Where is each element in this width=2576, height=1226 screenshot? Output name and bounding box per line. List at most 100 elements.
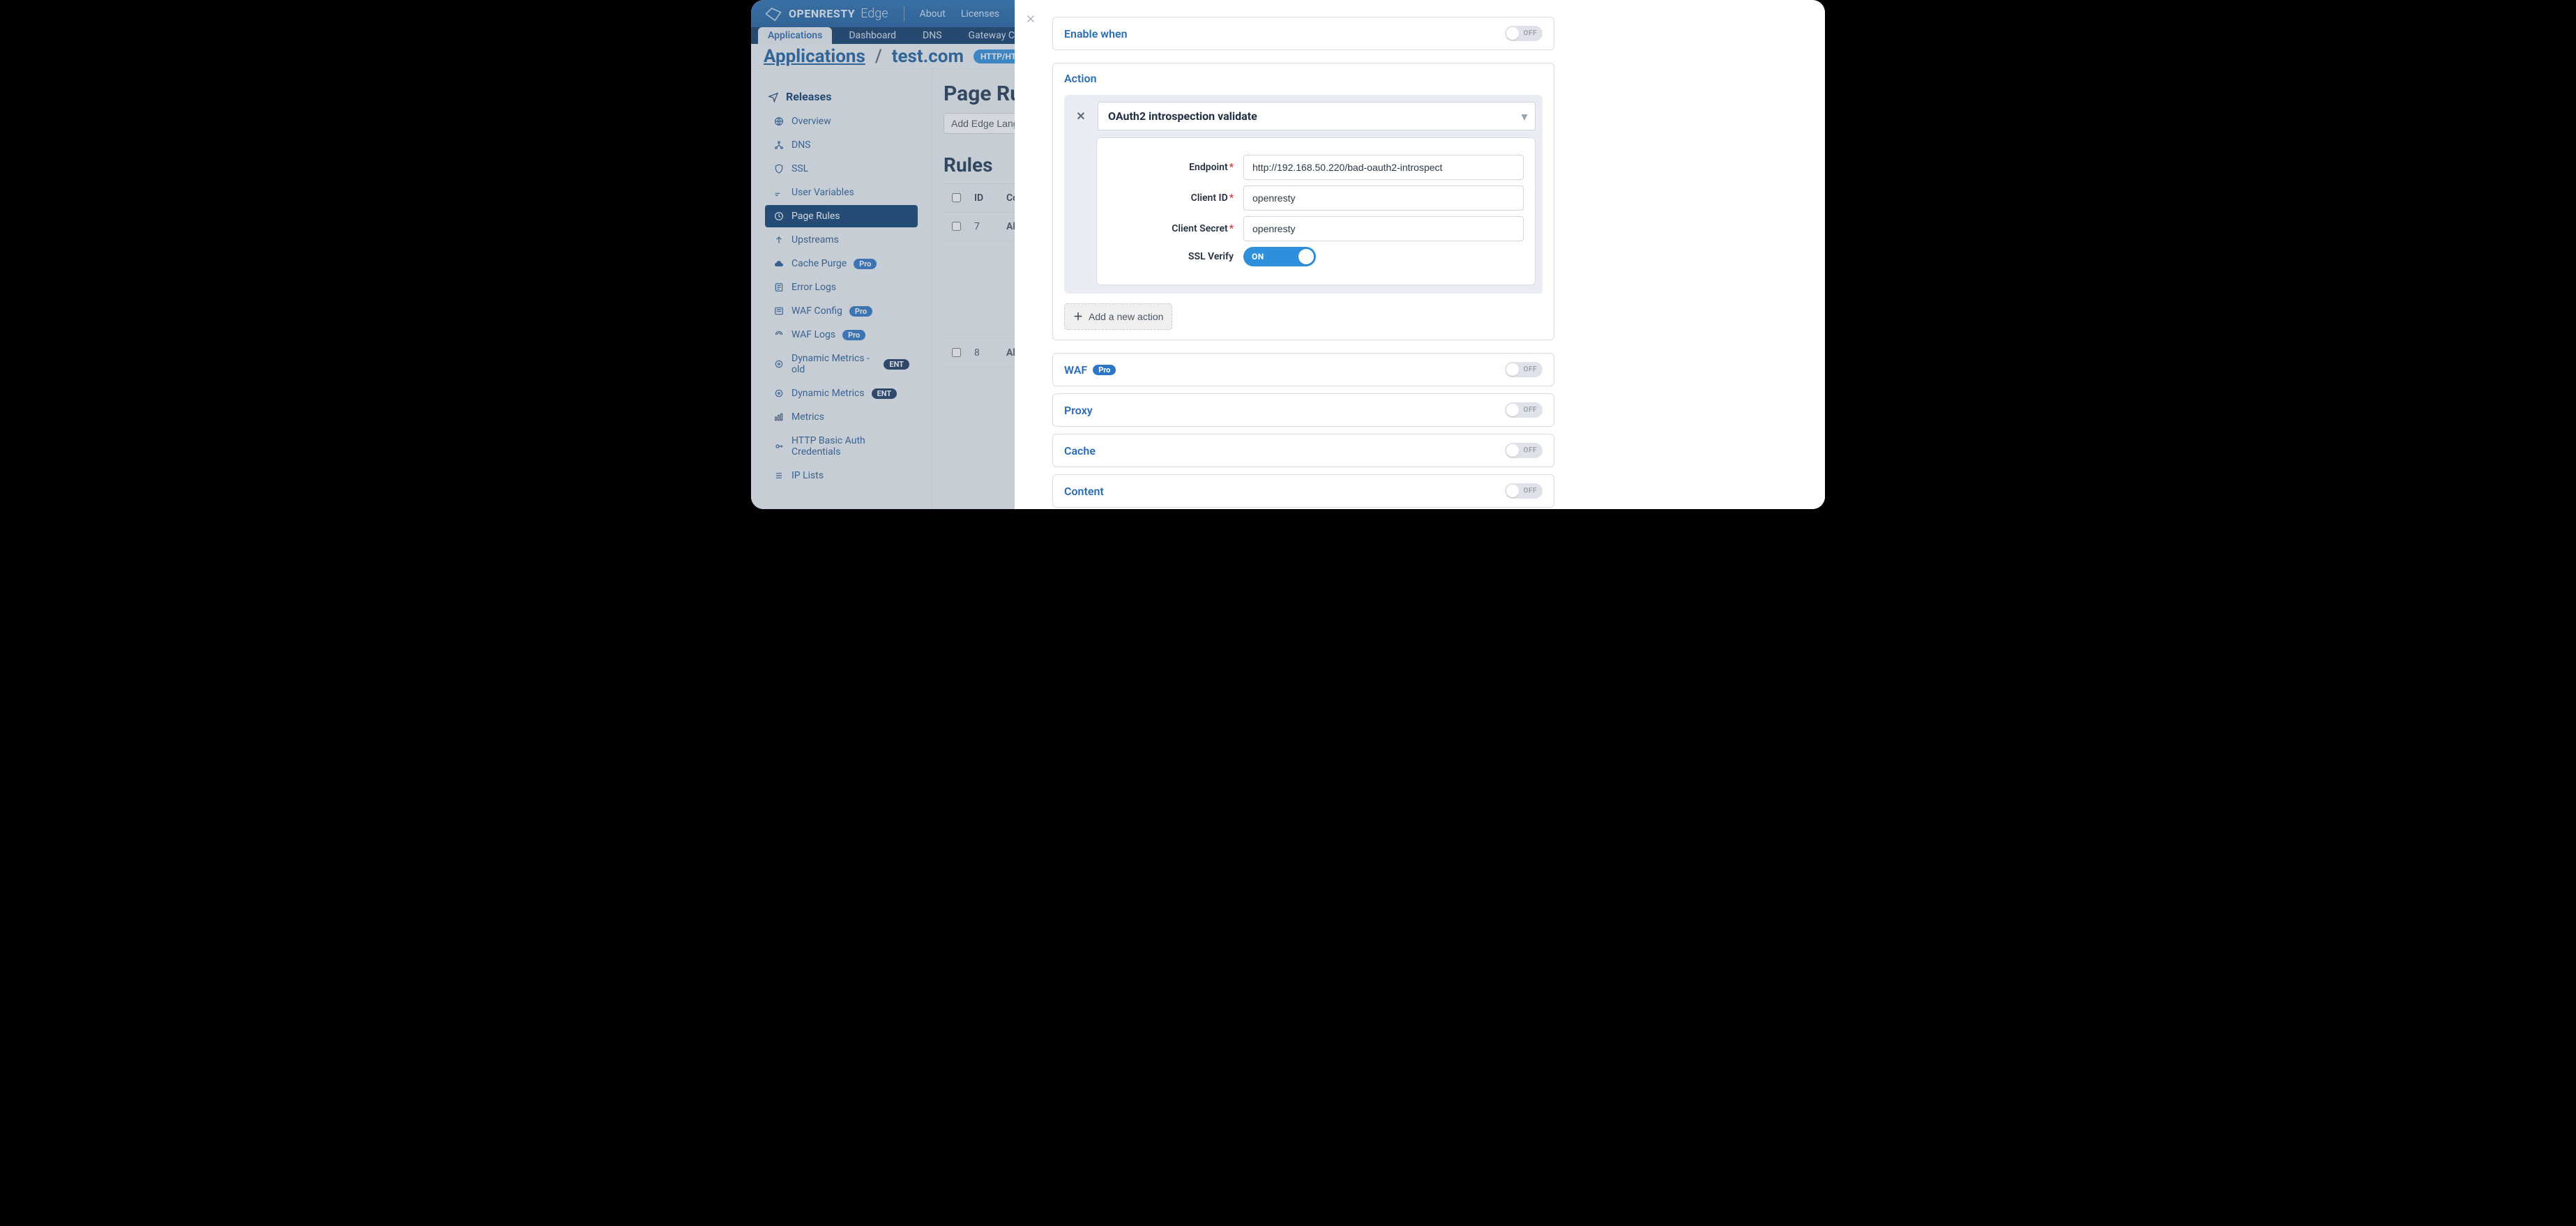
sidebar-item-label: SSL — [791, 163, 808, 174]
sidebar-item-label: Dynamic Metrics — [791, 388, 865, 399]
action-config-form: Endpoint* Client ID* Client Secret* — [1096, 137, 1536, 285]
toggle-knob — [1506, 27, 1519, 40]
sidebar-item-waf-logs[interactable]: WAF Logs Pro — [765, 324, 918, 346]
tab-dashboard[interactable]: Dashboard — [839, 27, 906, 44]
sidebar: Releases Overview DNS SSL — [751, 69, 932, 509]
brand: OPENRESTY Edge — [764, 4, 888, 24]
add-action-button[interactable]: ＋ Add a new action — [1064, 303, 1172, 330]
breadcrumb-sep: / — [875, 46, 882, 67]
action-type-select[interactable]: OAuth2 introspection validate ▾ — [1098, 102, 1536, 130]
sidebar-item-label: Error Logs — [791, 282, 836, 293]
toggle-knob — [1298, 249, 1314, 264]
waf-config-icon — [773, 305, 785, 317]
sidebar-item-overview[interactable]: Overview — [765, 110, 918, 133]
sidebar-item-label: Upstreams — [791, 234, 839, 245]
cache-toggle[interactable]: OFF — [1505, 443, 1543, 458]
pill-pro: Pro — [1093, 365, 1116, 375]
toggle-label: OFF — [1524, 447, 1537, 455]
sidebar-item-basic-auth[interactable]: HTTP Basic Auth Credentials — [765, 430, 918, 463]
sidebar-item-upstreams[interactable]: Upstreams — [765, 229, 918, 251]
toggle-knob — [1506, 485, 1519, 497]
sidebar-item-metrics[interactable]: Metrics — [765, 406, 918, 428]
panel-enable-when: Enable when OFF — [1052, 17, 1554, 50]
metrics-icon — [773, 388, 785, 399]
proxy-toggle[interactable]: OFF — [1505, 402, 1543, 418]
sidebar-item-label: WAF Logs — [791, 329, 835, 340]
toggle-knob — [1506, 404, 1519, 416]
sidebar-group-title: Releases — [759, 84, 923, 109]
additional-panels: WAF Pro OFF Proxy OFF Cache OFF Content … — [1052, 353, 1554, 508]
panel-title: Content — [1064, 485, 1104, 498]
sidebar-item-dynamic-metrics-old[interactable]: Dynamic Metrics - old ENT — [765, 347, 918, 381]
modal-body: Enable when OFF Action ✕ — [1015, 0, 1573, 509]
metrics-old-icon — [773, 358, 785, 370]
toggle-label: OFF — [1524, 30, 1537, 38]
panel-waf: WAF Pro OFF — [1052, 353, 1554, 386]
tab-applications[interactable]: Applications — [758, 27, 832, 44]
pill-ent: ENT — [884, 359, 909, 370]
sidebar-group-title-text: Releases — [786, 90, 831, 103]
sidebar-item-page-rules[interactable]: Page Rules — [765, 205, 918, 227]
waf-toggle[interactable]: OFF — [1505, 362, 1543, 377]
sidebar-group: Releases Overview DNS SSL — [751, 80, 932, 492]
plus-icon: ＋ — [1073, 310, 1083, 324]
add-action-label: Add a new action — [1089, 311, 1163, 322]
sidebar-item-error-logs[interactable]: Error Logs — [765, 276, 918, 298]
toggle-label: ON — [1252, 252, 1264, 262]
top-link-about[interactable]: About — [920, 8, 946, 20]
actions-wrap: ✕ OAuth2 introspection validate ▾ Endpoi… — [1064, 95, 1543, 294]
sidebar-item-waf-config[interactable]: WAF Config Pro — [765, 300, 918, 322]
client-secret-input[interactable] — [1243, 216, 1524, 241]
variable-icon — [773, 187, 785, 198]
key-icon — [773, 441, 785, 452]
pill-ent: ENT — [872, 388, 897, 399]
row-checkbox[interactable] — [952, 222, 961, 231]
top-link-licenses[interactable]: Licenses — [961, 8, 999, 20]
sidebar-item-user-variables[interactable]: User Variables — [765, 181, 918, 204]
toggle-knob — [1506, 363, 1519, 376]
tab-dns[interactable]: DNS — [913, 27, 952, 44]
sidebar-item-dynamic-metrics[interactable]: Dynamic Metrics ENT — [765, 382, 918, 404]
pill-pro: Pro — [842, 330, 865, 340]
col-id: ID — [969, 184, 1001, 213]
brand-product: Edge — [861, 6, 888, 21]
content-toggle[interactable]: OFF — [1505, 483, 1543, 499]
panel-title: Action — [1064, 72, 1097, 85]
row-checkbox[interactable] — [952, 348, 961, 357]
delete-action-button[interactable]: ✕ — [1071, 107, 1091, 126]
sidebar-item-label: Metrics — [791, 411, 824, 423]
panel-title: Proxy — [1064, 404, 1093, 417]
client-id-input[interactable] — [1243, 186, 1524, 211]
sidebar-item-ssl[interactable]: SSL — [765, 158, 918, 180]
sidebar-item-label: DNS — [791, 139, 811, 151]
client-secret-label: Client Secret* — [1108, 223, 1234, 234]
ssl-verify-toggle[interactable]: ON — [1243, 247, 1316, 266]
chevron-down-icon: ▾ — [1522, 109, 1527, 123]
endpoint-input[interactable] — [1243, 155, 1524, 180]
panel-content: Content OFF — [1052, 474, 1554, 508]
panel-cache: Cache OFF — [1052, 434, 1554, 467]
sidebar-item-label: HTTP Basic Auth Credentials — [791, 435, 909, 457]
sidebar-item-label: Dynamic Metrics - old — [791, 353, 877, 375]
endpoint-label: Endpoint* — [1108, 162, 1234, 173]
pill-pro: Pro — [854, 259, 877, 269]
brand-name: OPENRESTY — [789, 7, 855, 20]
sidebar-item-label: Page Rules — [791, 211, 840, 222]
sidebar-item-label: WAF Config — [791, 305, 842, 317]
client-id-label: Client ID* — [1108, 192, 1234, 204]
panel-title: Cache — [1064, 444, 1096, 457]
paper-plane-icon — [768, 91, 779, 103]
rules-icon — [773, 211, 785, 222]
breadcrumb-root[interactable]: Applications — [764, 46, 865, 67]
sidebar-item-label: Cache Purge — [791, 258, 847, 269]
waf-logs-icon — [773, 329, 785, 340]
sidebar-item-dns[interactable]: DNS — [765, 134, 918, 156]
sidebar-item-ip-lists[interactable]: IP Lists — [765, 464, 918, 487]
select-all-checkbox[interactable] — [952, 193, 961, 202]
sidebar-item-label: IP Lists — [791, 470, 824, 481]
close-icon[interactable] — [1022, 10, 1040, 28]
sidebar-item-cache-purge[interactable]: Cache Purge Pro — [765, 252, 918, 275]
edit-rule-modal: Enable when OFF Action ✕ — [1015, 0, 1825, 509]
enable-when-toggle[interactable]: OFF — [1505, 26, 1543, 41]
row-id: 8 — [969, 339, 1001, 368]
